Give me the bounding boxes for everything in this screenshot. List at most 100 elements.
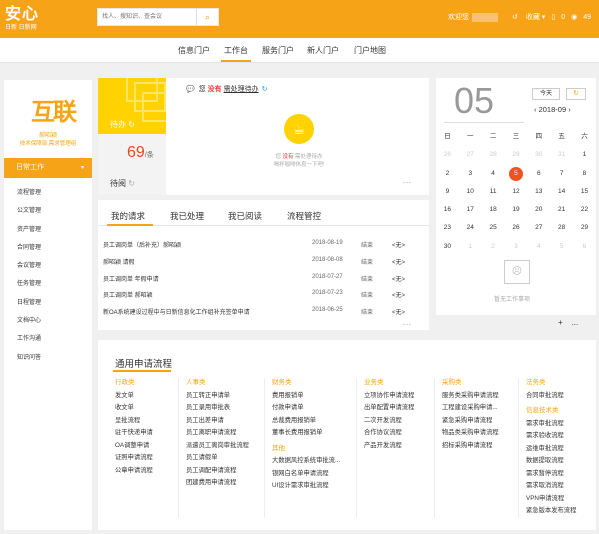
todo-msg-link[interactable]: 需处理待办: [224, 86, 259, 93]
tab-flow-control[interactable]: 流程管控: [287, 210, 321, 222]
flow-link[interactable]: 董事长费用报销单: [272, 427, 340, 440]
calendar-day[interactable]: 26: [436, 146, 459, 164]
username-redacted[interactable]: [472, 12, 499, 22]
today-button[interactable]: 今天: [532, 88, 560, 100]
sidebar-item-schedule[interactable]: 日程管理: [17, 294, 41, 312]
calendar-day[interactable]: 28: [550, 219, 573, 237]
calendar-day[interactable]: 1: [573, 146, 596, 164]
calendar-day[interactable]: 2: [436, 165, 459, 183]
calendar-day[interactable]: 22: [573, 201, 596, 219]
sidebar-item-meeting[interactable]: 会议管理: [17, 257, 41, 275]
calendar-day[interactable]: 26: [505, 219, 528, 237]
calendar-day[interactable]: 7: [550, 165, 573, 183]
calendar-day[interactable]: 10: [459, 183, 482, 201]
flow-link[interactable]: 招标采购申请流程: [442, 440, 499, 453]
flow-link[interactable]: 紧急版本发布流程: [526, 505, 576, 518]
sidebar-item-asset[interactable]: 资产管理: [17, 221, 41, 239]
calendar-day[interactable]: 6: [573, 238, 596, 256]
calendar-day[interactable]: 5: [550, 238, 573, 256]
calendar-day[interactable]: 12: [505, 183, 528, 201]
calendar-day[interactable]: 27: [459, 146, 482, 164]
sidebar-item-contract[interactable]: 合同管理: [17, 239, 41, 257]
calendar-more-button[interactable]: ...: [572, 318, 579, 327]
flow-link[interactable]: 出单配置申请流程: [364, 402, 414, 415]
calendar-day[interactable]: 20: [527, 201, 550, 219]
calendar-refresh-button[interactable]: ↻: [566, 88, 586, 100]
calendar-day[interactable]: 15: [573, 183, 596, 201]
calendar-day[interactable]: 21: [550, 201, 573, 219]
flow-link[interactable]: 派遣员工离岗审批流程: [186, 440, 249, 453]
calendar-day[interactable]: 29: [573, 219, 596, 237]
nav-workbench[interactable]: 工作台: [224, 45, 248, 56]
calendar-day[interactable]: 30: [527, 146, 550, 164]
flow-link[interactable]: 服务类采购申请流程: [442, 390, 499, 403]
sidebar-item-communication[interactable]: 工作沟通: [17, 330, 41, 348]
calendar-day[interactable]: 17: [459, 201, 482, 219]
nav-portal-map[interactable]: 门户地图: [354, 45, 386, 56]
sidebar-item-doc-center[interactable]: 文档中心: [17, 312, 41, 330]
calendar-day[interactable]: 8: [573, 165, 596, 183]
flow-link[interactable]: 员工离职申请流程: [186, 427, 249, 440]
flow-link[interactable]: 总裁费用报销单: [272, 415, 340, 428]
calendar-day[interactable]: 13: [527, 183, 550, 201]
request-title[interactable]: 员工调岗单 郝昭颖: [103, 290, 153, 299]
calendar-day[interactable]: 27: [527, 219, 550, 237]
view-count[interactable]: ◉ 49: [571, 13, 591, 21]
avatar[interactable]: 互联: [31, 92, 77, 127]
list-item[interactable]: 郝昭颖 请假 2018-08-08 结束 <无>: [103, 255, 423, 272]
calendar-day[interactable]: 23: [436, 219, 459, 237]
calendar-day[interactable]: 31: [550, 146, 573, 164]
flow-link[interactable]: 员工请假单: [186, 452, 249, 465]
tab-my-requests[interactable]: 我的请求: [111, 210, 145, 222]
list-item[interactable]: 员工调岗单 年假申请 2018-07-27 结束 <无>: [103, 272, 423, 289]
calendar-day[interactable]: 14: [550, 183, 573, 201]
flow-link[interactable]: 需求取消流程: [526, 480, 576, 493]
calendar-day[interactable]: 18: [482, 201, 505, 219]
calendar-day[interactable]: 4: [527, 238, 550, 256]
calendar-day[interactable]: 5: [505, 165, 528, 183]
flow-link[interactable]: 呈批流程: [115, 415, 153, 428]
flow-link[interactable]: 发文单: [115, 390, 153, 403]
flow-link[interactable]: 工程建设采购申请...: [442, 402, 499, 415]
calendar-day[interactable]: 6: [527, 165, 550, 183]
calendar-day[interactable]: 1: [459, 238, 482, 256]
flow-link[interactable]: 费用报销单: [272, 390, 340, 403]
calendar-day[interactable]: 4: [482, 165, 505, 183]
nav-info-portal[interactable]: 信息门户: [178, 45, 210, 56]
sidebar-item-document[interactable]: 公文管理: [17, 202, 41, 220]
flow-link[interactable]: 产品开发流程: [364, 440, 414, 453]
request-title[interactable]: 员工调岗单（后补充）郝昭颖: [103, 240, 181, 249]
sidebar-item-task[interactable]: 任务管理: [17, 275, 41, 293]
nav-service-portal[interactable]: 服务门户: [262, 45, 294, 56]
flow-link[interactable]: 员工调配申请流程: [186, 465, 249, 478]
flow-link[interactable]: 证照申请流程: [115, 452, 153, 465]
flow-link[interactable]: 紧急采购申请流程: [442, 415, 499, 428]
flow-link[interactable]: 员工出差申请: [186, 415, 249, 428]
tab-handled[interactable]: 我已处理: [170, 210, 204, 222]
refresh-icon[interactable]: ↻: [262, 86, 268, 93]
flow-link[interactable]: 运维审批流程: [526, 443, 576, 456]
calendar-day[interactable]: 30: [436, 238, 459, 256]
todo-pending-tab[interactable]: 待办 ↻: [98, 78, 166, 134]
message-count[interactable]: ▯ 0: [551, 13, 565, 21]
list-item[interactable]: 员工调岗单（后补充）郝昭颖 2018-08-19 结束 <无>: [103, 238, 423, 255]
flow-link[interactable]: 数据提取流程: [526, 455, 576, 468]
flow-link[interactable]: 员工录用审批表: [186, 402, 249, 415]
flow-link[interactable]: 合作协议流程: [364, 427, 414, 440]
menu-daily-work[interactable]: 日常工作 ▾: [4, 158, 92, 178]
nav-newcomer-portal[interactable]: 新人门户: [307, 45, 339, 56]
favorites-menu[interactable]: ↺ 收藏 ▾: [512, 12, 545, 22]
calendar-day[interactable]: 3: [459, 165, 482, 183]
request-title[interactable]: 新OA系统建设过程中与日新信息化工作组补充签单申请: [103, 307, 250, 316]
flow-link[interactable]: 立项协作申请流程: [364, 390, 414, 403]
flow-link[interactable]: 物品类采购申请流程: [442, 427, 499, 440]
calendar-day[interactable]: 3: [505, 238, 528, 256]
list-item[interactable]: 新OA系统建设过程中与日新信息化工作组补充签单申请 2018-06-25 结束 …: [103, 305, 423, 322]
add-event-button[interactable]: +: [558, 318, 563, 327]
flow-link[interactable]: 合同审批流程: [526, 390, 576, 403]
next-month-icon[interactable]: ›: [568, 105, 571, 114]
calendar-day[interactable]: 2: [482, 238, 505, 256]
calendar-day[interactable]: 24: [459, 219, 482, 237]
flow-link[interactable]: 员工转正申请单: [186, 390, 249, 403]
calendar-day[interactable]: 11: [482, 183, 505, 201]
